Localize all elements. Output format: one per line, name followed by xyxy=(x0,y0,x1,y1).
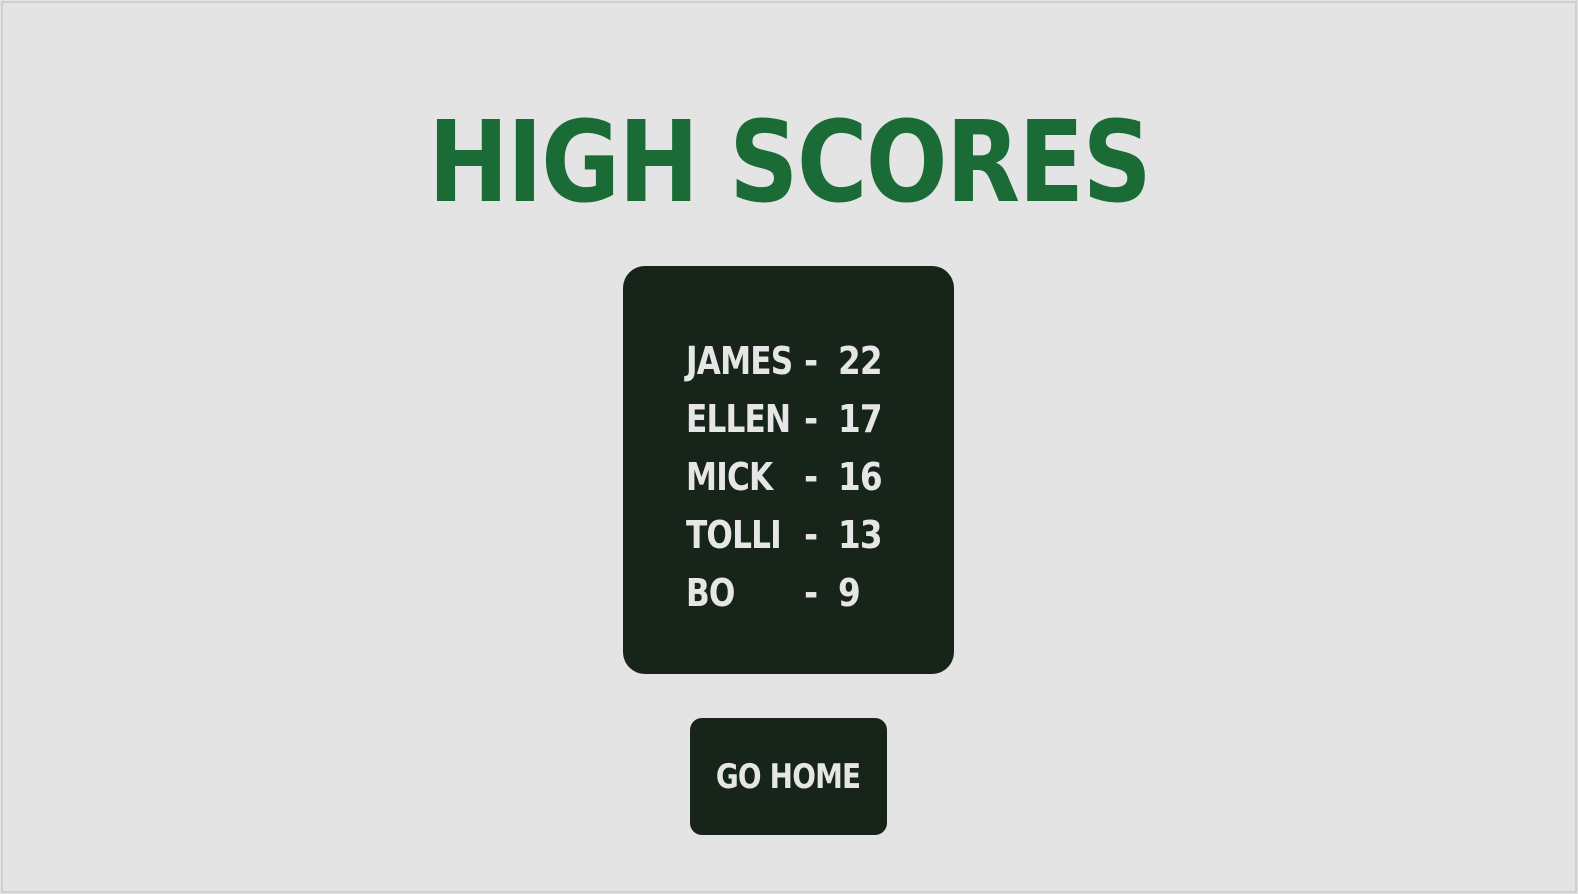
player-name: MICK xyxy=(686,455,773,499)
score-row: ELLEN - 17 xyxy=(686,390,889,448)
player-name: BO xyxy=(686,571,735,615)
page-title: HIGH SCORES xyxy=(428,98,1152,228)
separator: - xyxy=(804,455,818,499)
score-list: JAMES - 22 ELLEN - 17 MICK - 16 TOLLI - … xyxy=(686,332,889,622)
player-score: 22 xyxy=(838,339,883,383)
player-score: 17 xyxy=(838,397,883,441)
separator: - xyxy=(804,397,818,441)
go-home-label: GO HOME xyxy=(716,756,861,797)
go-home-button[interactable]: GO HOME xyxy=(690,718,887,835)
score-row: TOLLI - 13 xyxy=(686,506,889,564)
player-name: TOLLI xyxy=(686,513,782,557)
score-row: BO - 9 xyxy=(686,564,889,622)
player-name: JAMES xyxy=(686,339,793,383)
separator: - xyxy=(804,513,818,557)
player-name: ELLEN xyxy=(686,397,791,441)
score-row: MICK - 16 xyxy=(686,448,889,506)
score-row: JAMES - 22 xyxy=(686,332,889,390)
player-score: 9 xyxy=(838,571,861,615)
separator: - xyxy=(804,571,818,615)
separator: - xyxy=(804,339,818,383)
player-score: 16 xyxy=(838,455,883,499)
player-score: 13 xyxy=(838,513,883,557)
